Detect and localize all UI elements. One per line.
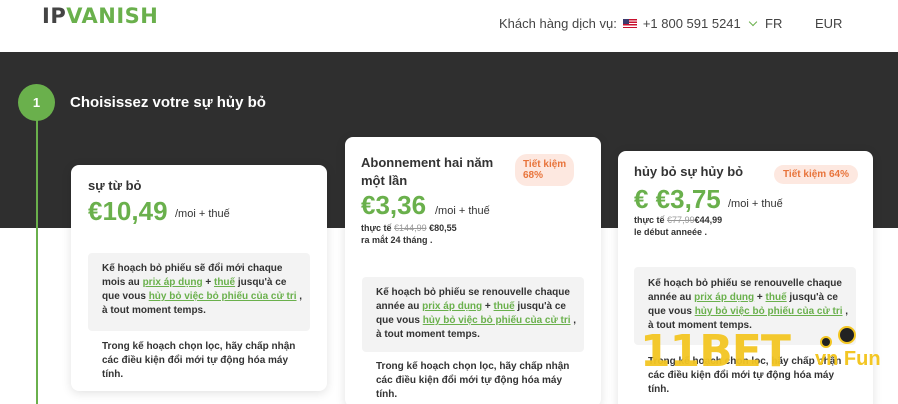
top-header: IPVANISH Khách hàng dịch vụ: +1 800 591 … bbox=[0, 0, 898, 52]
language-selector[interactable]: FR bbox=[765, 16, 782, 31]
plan-terms-text: Kế hoạch bỏ phiếu sẽ đổi mới chaque mois… bbox=[102, 262, 312, 318]
plan-terms-text: Kế hoạch bỏ phiếu se renouvelle chaque a… bbox=[648, 277, 858, 333]
plan-per-month: /moi + thuế bbox=[175, 208, 230, 220]
plan-card-two-year[interactable]: Abonnement hai năm một lần Tiết kiệm 68%… bbox=[345, 137, 601, 404]
ball-icon bbox=[820, 336, 832, 348]
watermark-logo: 11BET bbox=[640, 326, 791, 377]
ball-icon bbox=[838, 326, 856, 344]
watermark-suffix: vn Fun bbox=[815, 348, 881, 370]
plan-name: hủy bỏ sự hủy bỏ bbox=[634, 164, 744, 179]
old-price: €144,99 bbox=[394, 223, 427, 233]
terms-line: Kế hoạch bỏ phiếu sẽ đổi mới chaque bbox=[102, 263, 283, 274]
plan-price: €3,36 bbox=[361, 190, 427, 220]
plan-total-price: thực tế €77,99€44,99 bbox=[634, 215, 723, 225]
plan-period: ra mắt 24 tháng . bbox=[361, 235, 433, 245]
step-title: Choisissez votre sự hủy bỏ bbox=[70, 94, 266, 111]
terms-line: que vous hủy bỏ việc bỏ phiếu của cử tri… bbox=[648, 306, 849, 317]
plan-name: Abonnement hai năm một lần bbox=[361, 155, 494, 188]
savings-badge: Tiết kiệm 64% bbox=[774, 165, 858, 184]
plan-total-price: thực tế €144,99 €80,55 bbox=[361, 223, 457, 233]
auto-renew-text: Trong kế hoạch chọn lọc, hãy chấp nhận c… bbox=[376, 361, 570, 400]
logo-ip-text: IP bbox=[42, 4, 67, 28]
savings-badge: Tiết kiệm 68% bbox=[515, 154, 575, 186]
step-number-badge: 1 bbox=[18, 84, 55, 121]
plan-name: sự từ bỏ bbox=[88, 178, 142, 193]
applicable-price-link[interactable]: prix áp dụng bbox=[143, 277, 203, 288]
new-price: €80,55 bbox=[429, 223, 457, 233]
terms-line: mois au prix áp dụng + thuế jusqu'à ce bbox=[102, 277, 287, 288]
terms-line: année au prix áp dụng + thuế jusqu'à ce bbox=[648, 292, 838, 303]
plan-per-month: /moi + thuế bbox=[435, 205, 490, 217]
support-phone[interactable]: +1 800 591 5241 bbox=[643, 16, 741, 31]
plan-terms-text: Kế hoạch bỏ phiếu se renouvelle chaque a… bbox=[376, 286, 586, 342]
plan-per-month: /moi + thuế bbox=[728, 198, 783, 210]
tax-link[interactable]: thuế bbox=[766, 292, 787, 303]
applicable-price-link[interactable]: prix áp dụng bbox=[422, 301, 482, 312]
terms-line: à tout moment temps. bbox=[102, 305, 206, 316]
support-label: Khách hàng dịch vụ: bbox=[499, 16, 617, 31]
cancel-subscription-link[interactable]: hủy bỏ việc bỏ phiếu của cử tri bbox=[695, 306, 843, 317]
plan-period: le début anneée . bbox=[634, 227, 708, 237]
cancel-subscription-link[interactable]: hủy bỏ việc bỏ phiếu của cử tri bbox=[423, 315, 571, 326]
ipvanish-logo[interactable]: IPVANISH bbox=[42, 4, 158, 28]
plan-price: € €3,75 bbox=[634, 184, 721, 214]
logo-vanish-text: VANISH bbox=[66, 4, 159, 28]
new-price: €44,99 bbox=[694, 215, 723, 225]
terms-line: année au prix áp dụng + thuế jusqu'à ce bbox=[376, 301, 566, 312]
terms-line: que vous hủy bỏ việc bỏ phiếu của cử tri… bbox=[376, 315, 577, 326]
us-flag-icon bbox=[622, 19, 637, 28]
applicable-price-link[interactable]: prix áp dụng bbox=[694, 292, 754, 303]
old-price: €77,99 bbox=[667, 215, 695, 225]
auto-renew-text: Trong kế hoạch chọn lọc, hãy chấp nhận c… bbox=[102, 341, 296, 380]
step-progress-line bbox=[36, 120, 38, 404]
terms-line: que vous hủy bỏ việc bỏ phiếu của cử tri… bbox=[102, 291, 303, 302]
plan-price: €10,49 bbox=[88, 196, 168, 226]
tax-link[interactable]: thuế bbox=[494, 301, 515, 312]
tax-link[interactable]: thuế bbox=[214, 277, 235, 288]
customer-service[interactable]: Khách hàng dịch vụ: +1 800 591 5241 bbox=[499, 16, 758, 31]
plan-card-monthly[interactable]: sự từ bỏ €10,49 /moi + thuế Kế hoạch bỏ … bbox=[71, 165, 327, 391]
cancel-subscription-link[interactable]: hủy bỏ việc bỏ phiếu của cử tri bbox=[149, 291, 297, 302]
chevron-down-icon[interactable] bbox=[748, 17, 758, 27]
currency-selector[interactable]: EUR bbox=[815, 16, 842, 31]
